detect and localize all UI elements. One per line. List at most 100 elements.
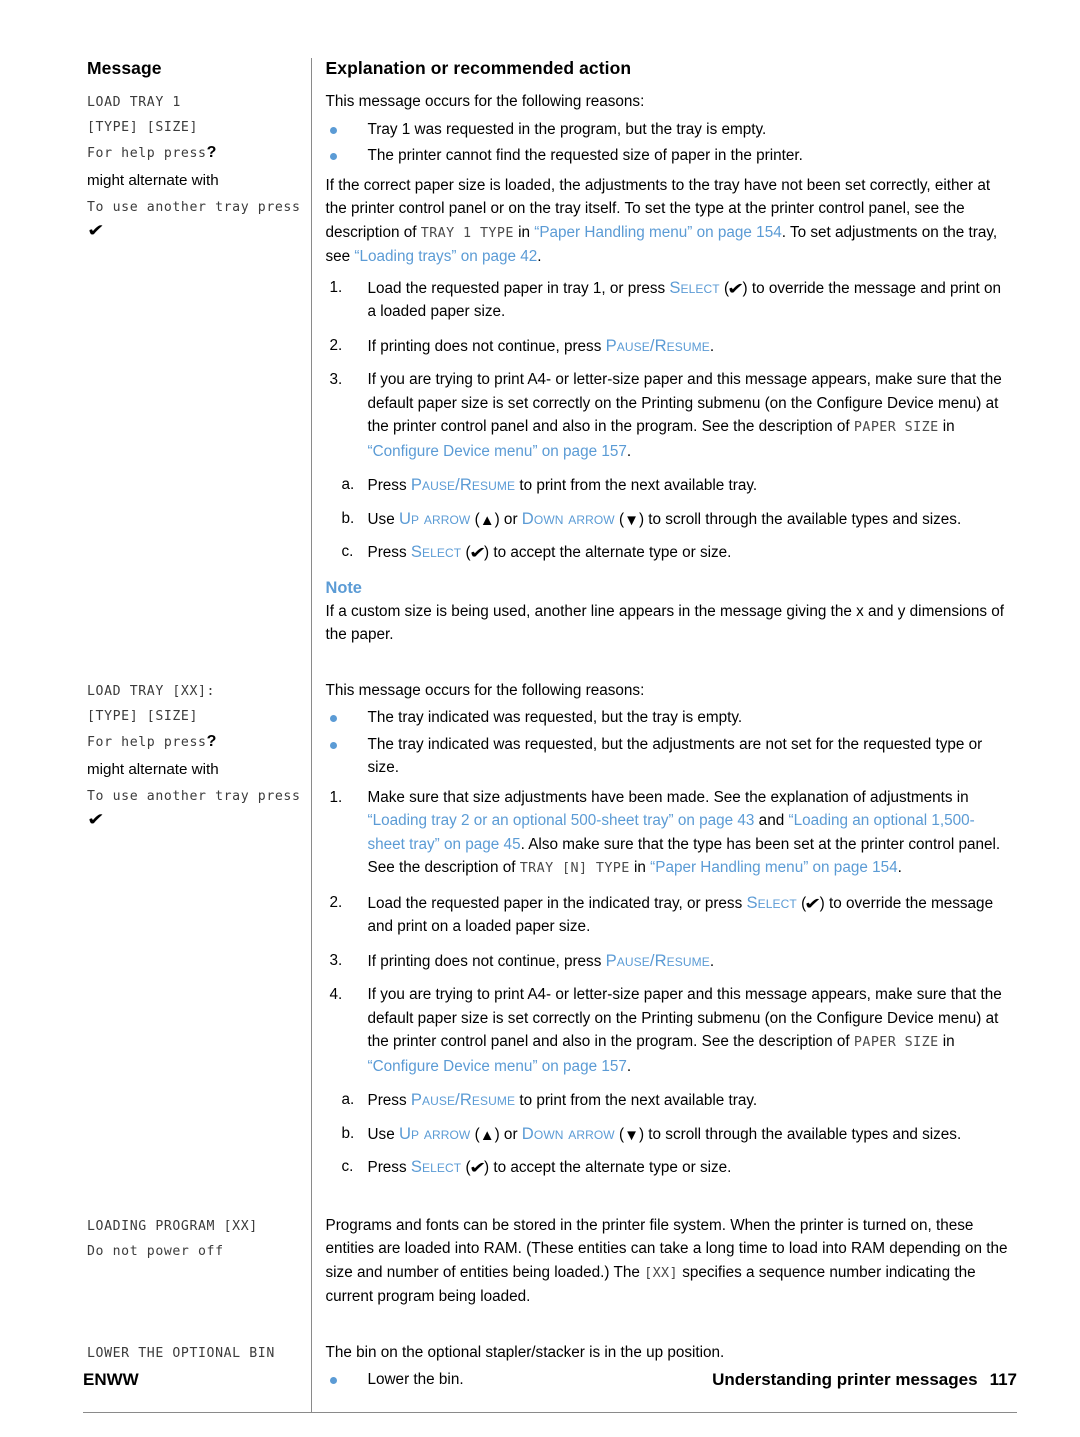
text-fragment: to print from the next available tray. — [515, 477, 758, 494]
step-item: 1. Make sure that size adjustments have b… — [326, 786, 1010, 881]
explanation-cell-load-tray-xx: This message occurs for the following re… — [310, 667, 1017, 1203]
lcd-select-glyph-row: ✔ — [87, 810, 303, 832]
lcd-line-3: For help press? — [87, 140, 303, 166]
intro-paragraph: This message occurs for the following re… — [325, 93, 645, 110]
text-fragment: in — [629, 859, 651, 876]
up-arrow-icon: ▲ — [479, 511, 495, 529]
menu-item-mono: TRAY 1 TYPE — [420, 225, 514, 241]
lcd-help-text: For help press — [87, 734, 207, 750]
key-label-pause-resume: Pause/Resume — [410, 475, 516, 494]
lcd-line-4: To use another tray press — [87, 788, 301, 804]
substeps-list: a. Press Pause/Resume to print from the n… — [326, 473, 1010, 565]
text-fragment: Press — [367, 1159, 411, 1176]
substep-item: a. Press Pause/Resume to print from the n… — [326, 473, 1010, 498]
document-page: Message Explanation or recommended actio… — [0, 0, 1080, 1437]
text-fragment: Use — [367, 1125, 399, 1143]
list-item: The tray indicated was requested, but th… — [326, 706, 1010, 730]
key-label-pause-resume: Pause/Resume — [605, 335, 710, 355]
substep-letter: a. — [341, 476, 355, 493]
steps-list: 1. Make sure that size adjustments have b… — [326, 786, 1010, 1079]
text-fragment: . — [626, 442, 632, 460]
alternate-label: might alternate with — [87, 172, 219, 189]
text-fragment: in — [938, 1033, 955, 1050]
menu-item-mono: PAPER SIZE — [853, 420, 939, 435]
text-fragment: Use — [367, 510, 399, 528]
lcd-help-text: For help press — [87, 146, 207, 161]
cross-reference-link[interactable]: “Loading trays” on page 42 — [354, 248, 537, 265]
text-fragment: Load the requested paper in tray 1, or p… — [367, 279, 670, 297]
footer-section-title: Understanding printer messages — [712, 1370, 978, 1389]
step-number: 3. — [329, 371, 343, 388]
down-arrow-icon: ▼ — [624, 511, 639, 529]
text-fragment: . — [709, 337, 715, 355]
question-mark-icon: ? — [206, 144, 217, 161]
cross-reference-link[interactable]: “Configure Device menu” on page 157 — [368, 443, 627, 460]
step-number: 2. — [329, 893, 343, 911]
text-fragment: to accept the alternate type or size. — [489, 544, 732, 561]
lcd-line-2: [TYPE] [SIZE] — [87, 120, 199, 135]
explanation-paragraph: The bin on the optional stapler/stacker … — [325, 1343, 725, 1361]
column-header-message: Message — [87, 58, 162, 78]
note-body: If a custom size is being used, another … — [325, 602, 1005, 644]
key-label-pause-resume: Pause/Resume — [410, 1090, 516, 1109]
check-icon: ✔ — [468, 545, 486, 562]
key-label-down-arrow: Down arrow — [521, 508, 615, 528]
substep-letter: c. — [341, 1158, 354, 1175]
key-label-pause-resume: Pause/Resume — [605, 950, 710, 970]
lcd-line-3: For help press? — [87, 729, 303, 755]
menu-item-mono: TRAY [N] TYPE — [519, 861, 630, 876]
list-item: The printer cannot find the requested si… — [326, 144, 1010, 168]
explanation-paragraph: Programs and fonts can be stored in the … — [326, 1214, 1010, 1309]
text-fragment: to scroll through the available types an… — [644, 1125, 962, 1143]
lcd-line-2: [TYPE] [SIZE] — [87, 708, 199, 724]
table-header: Message Explanation or recommended actio… — [83, 58, 1017, 79]
footer-right: Understanding printer messages 117 — [712, 1370, 1017, 1390]
column-header-explanation: Explanation or recommended action — [310, 58, 1017, 79]
cross-reference-link[interactable]: “Loading tray 2 or an optional 500-sheet… — [368, 812, 755, 829]
lcd-line-1: LOWER THE OPTIONAL BIN — [87, 1345, 275, 1361]
down-arrow-icon: ▼ — [624, 1126, 639, 1144]
substep-letter: b. — [341, 1124, 355, 1142]
list-item: The tray indicated was requested, but th… — [326, 733, 1010, 780]
list-item: Tray 1 was requested in the program, but… — [326, 118, 1010, 142]
table-row: LOADING PROGRAM [XX] Do not power off Pr… — [83, 1202, 1017, 1330]
text-fragment: . — [537, 248, 542, 265]
step-number: 2. — [329, 336, 343, 354]
lcd-line-1: LOAD TRAY 1 — [87, 95, 181, 110]
substep-letter: c. — [341, 543, 354, 560]
text-fragment: and — [754, 812, 789, 829]
text-fragment: to print from the next available tray. — [515, 1092, 758, 1109]
reason-list: Tray 1 was requested in the program, but… — [326, 118, 1010, 168]
key-label-down-arrow: Down arrow — [521, 1123, 615, 1143]
step-item: 1. Load the requested paper in tray 1, or… — [329, 277, 1002, 321]
cross-reference-link[interactable]: “Paper Handling menu” on page 154 — [650, 859, 897, 876]
text-fragment: in — [938, 418, 955, 435]
check-icon: ✔ — [87, 221, 105, 240]
check-icon: ✔ — [87, 809, 105, 829]
text-fragment: to scroll through the available types an… — [644, 510, 962, 528]
cross-reference-link[interactable]: “Paper Handling menu” on page 154 — [534, 224, 781, 241]
footer-left-label: ENWW — [83, 1370, 139, 1389]
text-fragment: . — [709, 952, 715, 970]
lcd-select-glyph-row: ✔ — [87, 221, 303, 243]
question-mark-icon: ? — [206, 732, 217, 750]
key-label-up-arrow: Up arrow — [398, 508, 471, 528]
check-icon: ✔ — [727, 280, 745, 298]
text-fragment: . — [626, 1057, 632, 1075]
steps-list: 1. Load the requested paper in tray 1, or… — [326, 276, 1010, 464]
key-label-select: Select — [669, 277, 720, 297]
table-row: LOAD TRAY [XX]: [TYPE] [SIZE] For help p… — [83, 667, 1017, 1203]
step-item: 2. Load the requested paper in the indica… — [329, 892, 994, 936]
message-cell-load-tray-1: LOAD TRAY 1 [TYPE] [SIZE] For help press… — [83, 79, 311, 668]
page-number: 117 — [989, 1370, 1017, 1389]
substep-item: b. Use Up arrow (▲) or Down arrow (▼) to … — [341, 1123, 962, 1144]
menu-item-mono: PAPER SIZE — [853, 1035, 939, 1050]
lcd-line-1: LOAD TRAY [XX]: — [87, 683, 216, 699]
adjustment-paragraph: If the correct paper size is loaded, the… — [326, 174, 1010, 269]
text-fragment: If printing does not continue, press — [367, 952, 606, 970]
text-fragment: Press — [367, 477, 411, 494]
substep-letter: b. — [341, 509, 355, 527]
table-body: LOAD TRAY 1 [TYPE] [SIZE] For help press… — [83, 79, 1017, 1413]
cross-reference-link[interactable]: “Configure Device menu” on page 157 — [368, 1058, 627, 1075]
text-fragment: Make sure that size adjustments have bee… — [367, 788, 969, 806]
